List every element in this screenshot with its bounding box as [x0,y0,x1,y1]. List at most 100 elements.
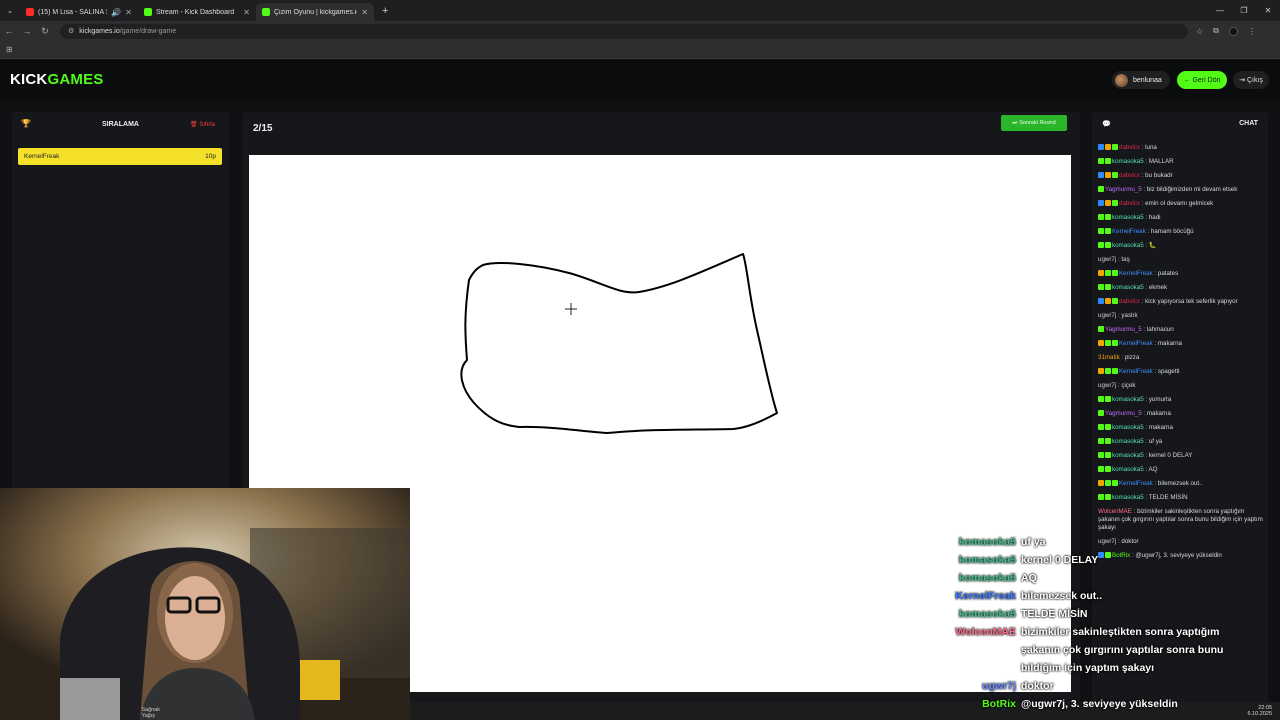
chat-username[interactable]: ugwr7j [1098,312,1116,319]
chat-message: dabvicx : kick yapıyorsa tek seferlik ya… [1098,298,1264,306]
chat-username[interactable]: WolcenMAE [1098,508,1132,515]
tab-search-icon[interactable]: ⌄ [0,6,20,15]
badge-icon [1098,186,1104,192]
chat-text: ekmek [1148,284,1168,291]
apps-grid-icon[interactable]: ⊞ [6,45,13,54]
profile-avatar[interactable] [1228,26,1238,36]
chat-username[interactable]: KernelFreak [1119,368,1153,375]
badge-icon [1098,172,1104,178]
chat-username[interactable]: KernelFreak [1112,228,1146,235]
badge-icon [1098,326,1104,332]
exit-button[interactable]: ⇥ Çıkış [1233,71,1269,89]
chat-text: bilemezsek out.. [1157,480,1203,487]
chat-message: dabvicx : luna [1098,144,1264,152]
back-button[interactable]: ← Geri Dön [1177,71,1227,89]
maximize-icon[interactable]: ❐ [1232,6,1256,15]
menu-icon[interactable]: ⋮ [1248,27,1256,36]
site-info-icon[interactable]: ⚙ [68,27,74,35]
exit-button-label: Çıkış [1246,76,1263,84]
reload-icon[interactable]: ↻ [36,26,54,37]
badge-icon [1098,368,1104,374]
browser-tab-2[interactable]: Stream - Kick Dashboard ✕ [138,3,256,21]
chat-username[interactable]: ugwr7j [1098,256,1116,263]
chat-username[interactable]: komasoka5 [1112,214,1144,221]
chat-message: ugwr7j : yastık [1098,312,1264,320]
user-chip[interactable]: benlunaa [1112,71,1170,89]
chat-username[interactable]: komasoka5 [1112,438,1144,445]
chat-username[interactable]: 31matik [1098,354,1120,361]
chat-message: Yagmurmu_5 : biz bildiğimizden mi devam … [1098,186,1264,194]
close-window-icon[interactable]: ✕ [1256,6,1280,15]
chat-text: çiçek [1121,382,1136,389]
chat-text: taş [1121,256,1130,263]
chat-username[interactable]: komasoka5 [1112,284,1144,291]
badge-icon [1105,270,1111,276]
chat-message: dabvicx : emin ol devamı gelmicek [1098,200,1264,208]
badge-icon [1112,368,1118,374]
badge-icon [1105,424,1111,430]
badge-icon [1098,340,1104,346]
url-path: /game/draw-game [119,27,177,35]
kick-favicon-icon [144,8,152,16]
badge-icon [1098,466,1104,472]
chat-username[interactable]: Yagmurmu_5 [1105,326,1142,333]
chat-message-list: dabvicx : luna komasoka5 : MALLAR dabvicx … [1098,144,1264,566]
chat-username[interactable]: KernelFreak [1119,480,1153,487]
chat-username[interactable]: ugwr7j [1098,382,1116,389]
chat-text: AQ [1148,466,1158,473]
chat-username[interactable]: komasoka5 [1112,494,1144,501]
chat-username[interactable]: dabvicx [1119,144,1140,151]
chat-text: patates [1157,270,1179,277]
chat-username[interactable]: dabvicx [1119,200,1140,207]
leaderboard-header: 🏆 SIRALAMA 🗑 Sıfırla [12,112,229,136]
bookmark-star-icon[interactable]: ☆ [1196,27,1203,36]
chat-username[interactable]: komasoka5 [1112,466,1144,473]
browser-tab-1[interactable]: (15) M Lisa - SALINA SALIN 🔊 ✕ [20,3,138,21]
chat-username[interactable]: Yagmurmu_5 [1105,410,1142,417]
badge-icon [1105,214,1111,220]
chat-username[interactable]: komasoka5 [1112,396,1144,403]
close-tab-icon[interactable]: ✕ [243,8,250,17]
chat-message: Yagmurmu_5 : lahmacun [1098,326,1264,334]
chat-message: WolcenMAE : bizimkiler sakinleştikten so… [1098,508,1264,532]
chat-message: 31matik : pizza [1098,354,1264,362]
chat-username[interactable]: Yagmurmu_5 [1105,186,1142,193]
next-round-button[interactable]: ⏭ Sonraki Round [1001,115,1067,131]
chat-username[interactable]: dabvicx [1119,172,1140,179]
chat-username[interactable]: BotRix [1112,552,1130,559]
close-tab-icon[interactable]: ✕ [361,8,368,17]
chat-username[interactable]: komasoka5 [1112,452,1144,459]
kickgames-logo[interactable]: KICKGAMES [10,71,103,88]
browser-tab-3[interactable]: Çizim Oyunu | kickgames.io ✕ [256,3,374,21]
overlay-chat-line: şakanın çok gırgırını yaptılar sonra bun… [1021,644,1223,656]
badge-icon [1105,200,1111,206]
badge-icon [1105,228,1111,234]
skip-icon: ⏭ [1012,119,1018,126]
back-icon[interactable]: ← [0,26,18,36]
next-round-label: Sonraki Round [1019,120,1056,126]
overlay-username: komasoka5 [958,554,1016,566]
overlay-text: bilemezsek out.. [1021,590,1103,602]
minimize-icon[interactable]: — [1208,6,1232,15]
audio-icon[interactable]: 🔊 [111,8,121,17]
chat-username[interactable]: ugwr7j [1098,538,1116,545]
url-field[interactable]: ⚙ kickgames.io/game/draw-game [60,23,1188,39]
system-tray: 22:05 6.10.2025 [1248,705,1272,717]
chat-text: pizza [1124,354,1140,361]
close-tab-icon[interactable]: ✕ [125,8,132,17]
new-tab-icon[interactable]: + [382,5,388,17]
chat-username[interactable]: komasoka5 [1112,424,1144,431]
badge-icon [1112,172,1118,178]
chat-username[interactable]: dabvicx [1119,298,1140,305]
chat-text: biz bildiğimizden mi devam etsek [1146,186,1238,193]
chat-username[interactable]: komasoka5 [1112,158,1144,165]
extensions-icon[interactable]: ⧉ [1213,26,1219,36]
chat-username[interactable]: KernelFreak [1119,270,1153,277]
tab-title: (15) M Lisa - SALINA SALIN [38,8,107,16]
chat-message: BotRix : @ugwr7j, 3. seviyeye yükseldin [1098,552,1264,560]
forward-icon[interactable]: → [18,26,36,36]
chat-username[interactable]: komasoka5 [1112,242,1144,249]
chat-username[interactable]: KernelFreak [1119,340,1153,347]
reset-button[interactable]: 🗑 Sıfırla [190,121,215,128]
overlay-text: kernel 0 DELAY [1021,554,1099,566]
